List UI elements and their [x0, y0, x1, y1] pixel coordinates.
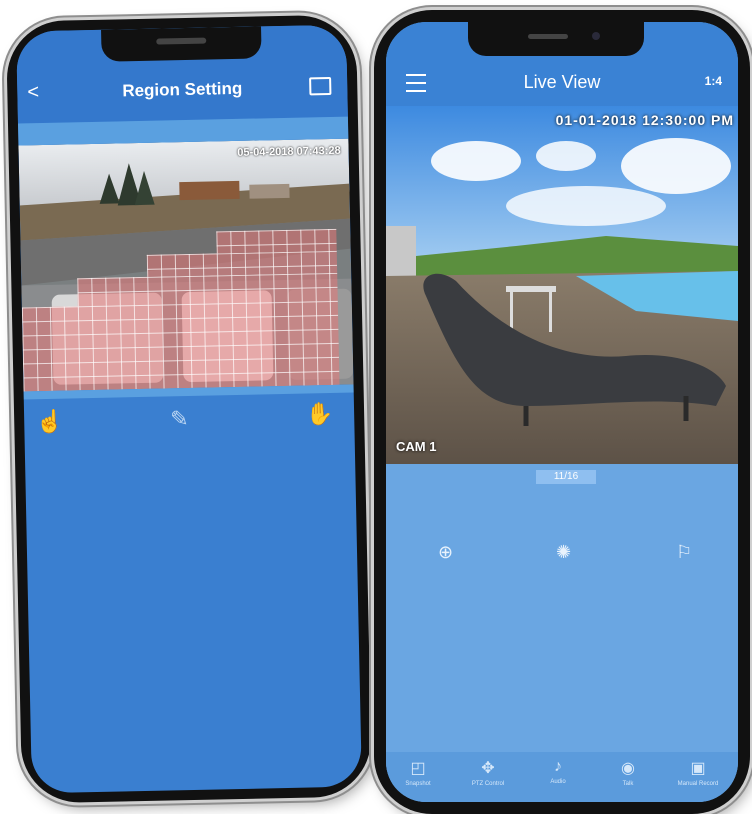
right-phone: Live View 1:4 01-01-2018 12:30:00 PM CAM… — [374, 10, 750, 814]
left-phone-notch — [101, 26, 262, 62]
left-phone: < Region Setting 05-04-2018 07:43:28 ☝ ✎… — [5, 14, 373, 804]
pool-deck-scene — [386, 106, 738, 464]
bottom-nav: ◰ Snapshot ✥ PTZ Control ♪ Audio ◉ Talk … — [386, 752, 738, 802]
page-title: Region Setting — [122, 78, 243, 101]
left-phone-screen: < Region Setting 05-04-2018 07:43:28 ☝ ✎… — [16, 24, 362, 794]
live-camera-view[interactable]: 01-01-2018 12:30:00 PM CAM 1 — [386, 106, 738, 464]
bottom-nav-ptz[interactable]: ✥ PTZ Control — [458, 758, 518, 787]
bottom-nav-audio[interactable]: ♪ Audio — [528, 758, 588, 785]
region-camera-view[interactable]: 05-04-2018 07:43:28 — [18, 138, 354, 392]
page-indicator: 11/16 — [536, 470, 596, 484]
record-icon: ▣ — [690, 760, 706, 777]
talk-icon: ◉ — [621, 760, 635, 777]
right-phone-notch — [468, 22, 644, 56]
left-phone-speaker — [156, 37, 207, 45]
ptz-icon: ✥ — [481, 760, 495, 777]
bottom-nav-record[interactable]: ▣ Manual Record — [668, 758, 728, 787]
bottom-nav-talk[interactable]: ◉ Talk — [598, 758, 658, 787]
bottom-nav-label: Talk — [622, 781, 634, 787]
front-camera — [592, 32, 600, 40]
right-phone-screen: Live View 1:4 01-01-2018 12:30:00 PM CAM… — [386, 22, 738, 802]
flag-icon[interactable]: ⚐ — [676, 542, 692, 563]
detection-grid[interactable] — [21, 300, 340, 392]
bottom-nav-label: Manual Record — [677, 781, 719, 787]
camera-timestamp: 01-01-2018 12:30:00 PM — [555, 112, 734, 128]
bottom-nav-snapshot[interactable]: ◰ Snapshot — [388, 758, 448, 787]
snapshot-icon: ◰ — [410, 760, 426, 777]
audio-icon: ♪ — [554, 758, 562, 775]
touch-icon[interactable]: ☝ — [36, 409, 64, 436]
split-screen-icon[interactable]: 1:4 — [705, 74, 722, 88]
hand-icon[interactable]: ✋ — [306, 401, 334, 428]
pen-icon[interactable]: ✎ — [170, 406, 189, 432]
region-toolbar: ☝ ✎ ✋ — [24, 397, 355, 444]
page-title: Live View — [523, 72, 601, 92]
bottom-nav-label: Snapshot — [405, 781, 431, 787]
camera-timestamp: 05-04-2018 07:43:28 — [237, 144, 341, 159]
zoom-in-icon[interactable]: ⊕ — [438, 542, 453, 563]
bottom-nav-label: PTZ Control — [471, 781, 505, 787]
detection-grid[interactable] — [216, 228, 337, 254]
fullscreen-icon[interactable] — [309, 76, 332, 96]
bottom-nav-label: Audio — [550, 779, 566, 785]
camera-label: CAM 1 — [396, 439, 437, 454]
settings-icon[interactable]: ✺ — [556, 542, 571, 563]
live-controls: ⊕ ✺ ⚐ — [386, 542, 738, 572]
right-phone-speaker — [528, 34, 568, 39]
